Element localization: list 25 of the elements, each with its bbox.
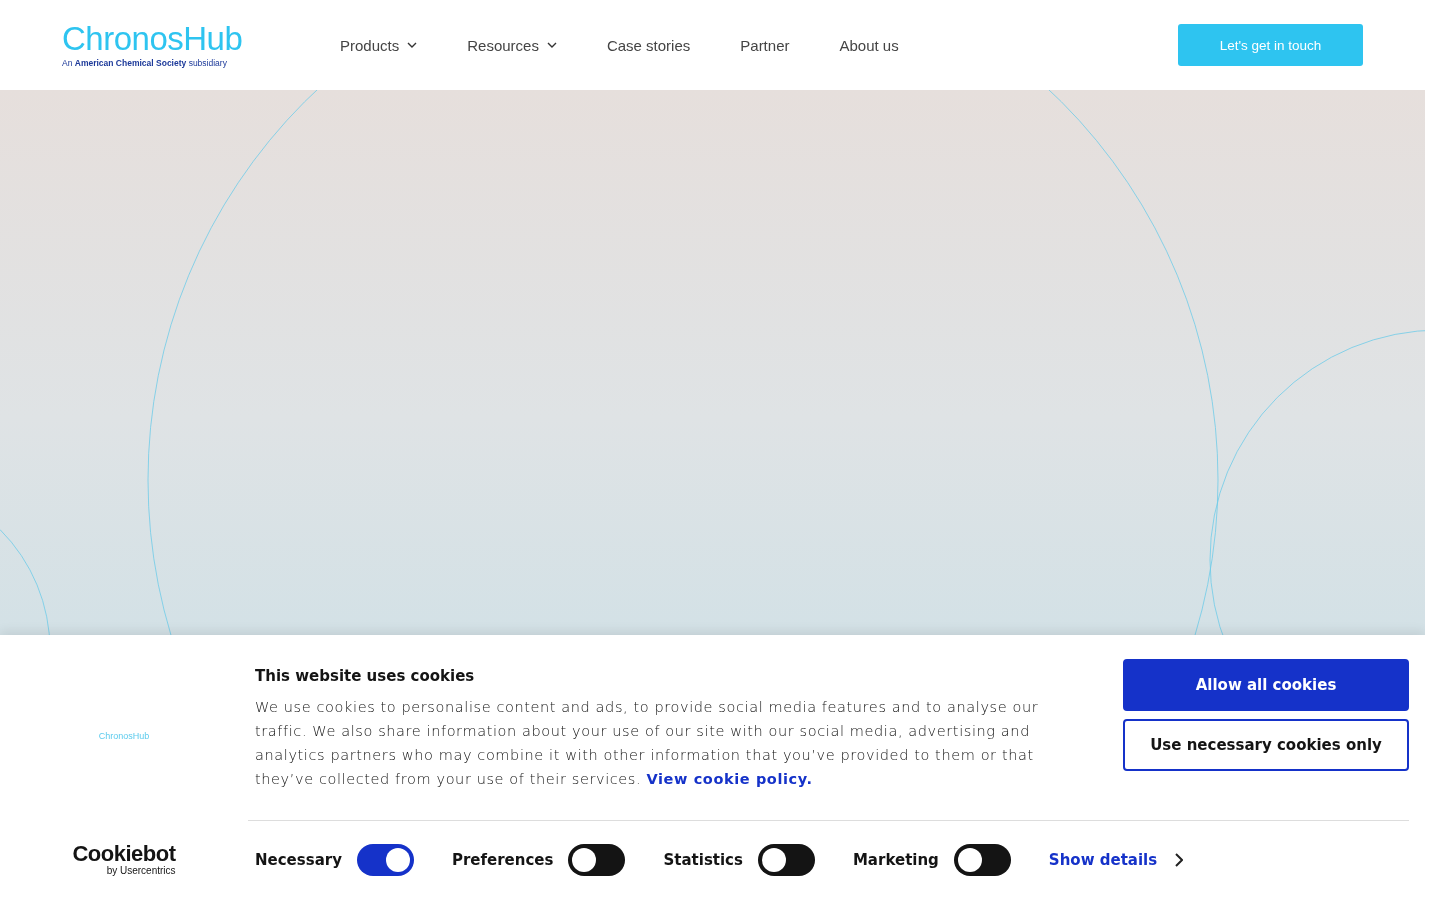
nav-link[interactable]: About us <box>839 36 899 54</box>
toggle-switch[interactable] <box>757 844 815 876</box>
nav-link[interactable]: Partner <box>740 36 790 54</box>
policy-link[interactable]: View cookie policy. <box>646 771 813 787</box>
toggle-switch[interactable] <box>568 844 626 876</box>
necessary-only-button[interactable]: Use necessary cookies only <box>1123 719 1409 771</box>
toggle-label: Statistics <box>663 851 743 869</box>
brand-logo: ChronosHub <box>98 731 150 741</box>
toggle-label: Marketing <box>852 851 939 869</box>
chevron-right-icon <box>1175 853 1184 867</box>
toggle-switch[interactable] <box>356 844 414 876</box>
provider-logo: Cookiebot by Usercentrics <box>72 843 176 876</box>
banner-title: This website uses cookies <box>255 667 476 685</box>
chevron-down-icon <box>546 42 557 48</box>
toggle-label: Preferences <box>451 851 554 869</box>
toggle-label: Necessary <box>255 851 342 869</box>
logo-tagline: An American Chemical Society subsidiary <box>62 58 228 68</box>
show-details-link[interactable]: Show details <box>1048 851 1158 869</box>
nav-link[interactable]: Products <box>340 36 418 54</box>
nav-link[interactable]: Case stories <box>606 36 691 54</box>
nav-link[interactable]: Resources <box>467 36 557 54</box>
toggle-switch[interactable] <box>953 844 1011 876</box>
chevron-down-icon <box>407 42 418 48</box>
banner-text: We use cookies to personalise content and ads, to provide social media features and to analyse our traffic. We also share information about your use of our site with our social media, advertising and analytics partners who may combine it with other information that you’ve provided to them or that they’ve collected from your use of their services. View cookie policy. <box>255 698 1040 789</box>
allow-all-button[interactable]: Allow all cookies <box>1123 659 1409 711</box>
